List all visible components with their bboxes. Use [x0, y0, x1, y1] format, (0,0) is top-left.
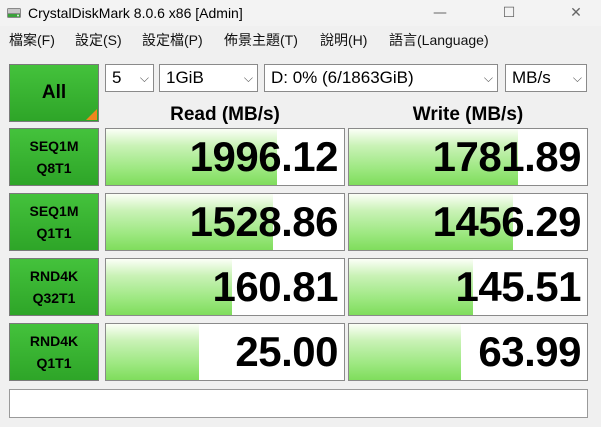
test-name: RND4K: [29, 333, 79, 349]
write-value: 63.99: [478, 328, 581, 375]
test-params: Q8T1: [36, 160, 72, 176]
all-button-label: All: [41, 82, 67, 103]
drive-value: D: 0% (6/1863GiB): [271, 68, 414, 87]
menu-profile[interactable]: 設定檔(P): [142, 31, 203, 49]
close-button[interactable]: ✕: [553, 0, 599, 26]
menu-language[interactable]: 語言(Language): [389, 31, 489, 49]
chevron-down-icon: ⌵: [572, 71, 582, 85]
test-button-rnd4k-q1t1[interactable]: RND4K Q1T1: [9, 323, 99, 381]
read-value: 25.00: [235, 328, 338, 375]
window-title: CrystalDiskMark 8.0.6 x86 [Admin]: [28, 5, 243, 21]
test-count-value: 5: [112, 68, 122, 87]
read-column-header: Read (MB/s): [170, 104, 280, 125]
minimize-icon: —: [433, 5, 447, 21]
read-result-rnd4k-q1t1: 25.00: [105, 323, 345, 381]
test-params: Q1T1: [36, 225, 72, 241]
comment-field[interactable]: [9, 389, 588, 418]
menu-file[interactable]: 檔案(F): [9, 31, 55, 49]
write-value: 145.51: [455, 263, 582, 310]
chevron-down-icon: ⌵: [483, 71, 493, 85]
test-name: SEQ1M: [29, 203, 79, 219]
chevron-down-icon: ⌵: [139, 71, 149, 85]
test-button-rnd4k-q32t1[interactable]: RND4K Q32T1: [9, 258, 99, 316]
write-value: 1456.29: [432, 198, 582, 245]
test-size-select[interactable]: 1GiB ⌵: [159, 64, 258, 92]
read-score-bar: [106, 324, 199, 380]
write-value: 1781.89: [432, 133, 582, 180]
test-name: RND4K: [29, 268, 79, 284]
all-test-button[interactable]: All: [9, 64, 99, 122]
read-result-seq1m-q8t1: 1996.12: [105, 128, 345, 186]
write-column-header: Write (MB/s): [412, 104, 524, 125]
maximize-icon: ☐: [502, 5, 516, 21]
read-result-rnd4k-q32t1: 160.81: [105, 258, 345, 316]
read-value: 1528.86: [189, 198, 339, 245]
corner-marker-icon: [86, 109, 97, 120]
test-params: Q32T1: [32, 290, 76, 306]
test-button-seq1m-q1t1[interactable]: SEQ1M Q1T1: [9, 193, 99, 251]
menu-theme[interactable]: 佈景主題(T): [224, 31, 298, 49]
test-params: Q1T1: [36, 355, 72, 371]
minimize-button[interactable]: —: [417, 0, 463, 26]
menu-settings[interactable]: 設定(S): [75, 31, 122, 49]
app-disk-icon: [6, 5, 22, 21]
unit-value: MB/s: [512, 68, 551, 87]
unit-select[interactable]: MB/s ⌵: [505, 64, 587, 92]
write-result-seq1m-q1t1: 1456.29: [348, 193, 588, 251]
write-result-rnd4k-q32t1: 145.51: [348, 258, 588, 316]
read-value: 160.81: [212, 263, 339, 310]
maximize-button[interactable]: ☐: [486, 0, 532, 26]
test-name: SEQ1M: [29, 138, 79, 154]
write-result-rnd4k-q1t1: 63.99: [348, 323, 588, 381]
read-result-seq1m-q1t1: 1528.86: [105, 193, 345, 251]
write-score-bar: [349, 324, 461, 380]
write-result-seq1m-q8t1: 1781.89: [348, 128, 588, 186]
menu-help[interactable]: 說明(H): [320, 31, 367, 49]
write-score-bar: [349, 259, 473, 315]
chevron-down-icon: ⌵: [243, 71, 253, 85]
close-icon: ✕: [570, 5, 582, 21]
test-size-value: 1GiB: [166, 68, 204, 87]
test-count-select[interactable]: 5 ⌵: [105, 64, 154, 92]
test-button-seq1m-q8t1[interactable]: SEQ1M Q8T1: [9, 128, 99, 186]
read-value: 1996.12: [189, 133, 339, 180]
drive-select[interactable]: D: 0% (6/1863GiB) ⌵: [264, 64, 498, 92]
